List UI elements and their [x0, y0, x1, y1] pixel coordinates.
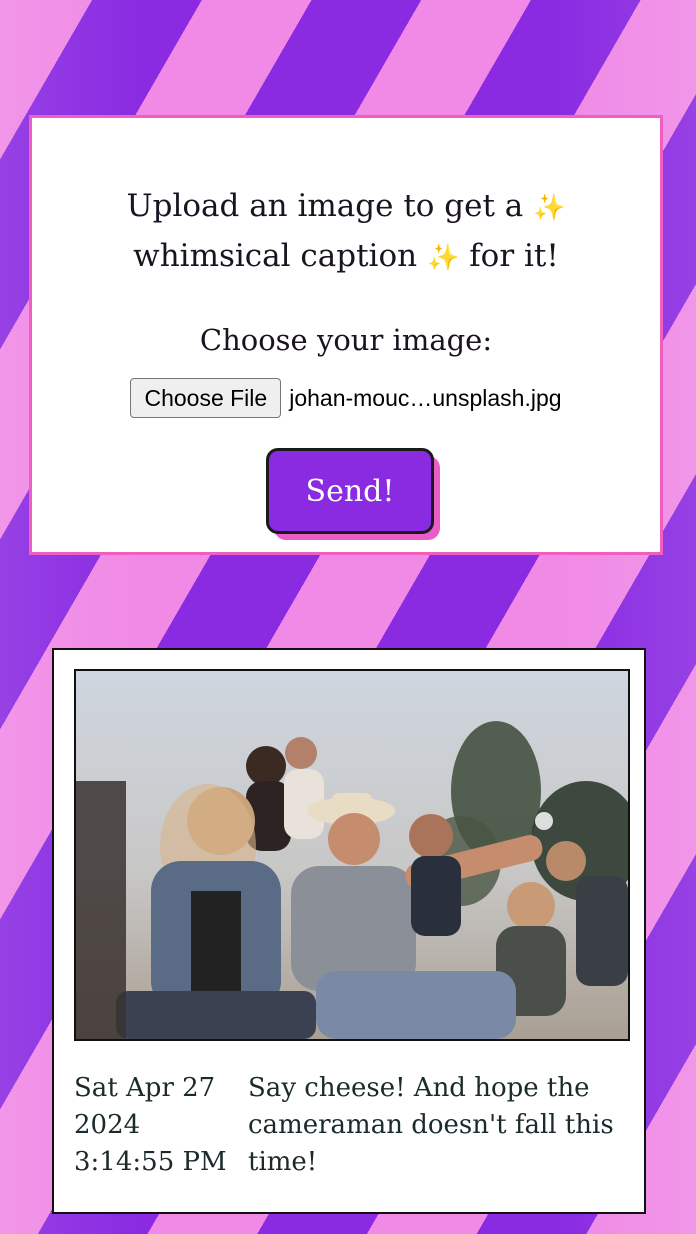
- caption-result-card: Sat Apr 27 2024 3:14:55 PM Say cheese! A…: [52, 648, 646, 1214]
- caption-timestamp: Sat Apr 27 2024 3:14:55 PM: [74, 1073, 227, 1177]
- photo-illustration: [76, 671, 628, 1039]
- choose-file-button[interactable]: Choose File: [130, 378, 282, 418]
- sparkle-icon: ✨: [426, 243, 460, 273]
- file-input[interactable]: Choose File johan-mouc…unsplash.jpg: [32, 377, 660, 419]
- send-button[interactable]: Send!: [266, 448, 434, 534]
- choose-image-label: Choose your image:: [199, 323, 493, 357]
- upload-title-line1: Upload an image to get a: [126, 188, 524, 224]
- sparkle-icon: ✨: [533, 193, 566, 223]
- upload-title: Upload an image to get a ✨ whimsical cap…: [72, 182, 620, 282]
- caption-text: Say cheese! And hope the cameraman doesn…: [248, 1073, 614, 1177]
- upload-title-line2b: for it!: [469, 238, 559, 274]
- caption-row: Sat Apr 27 2024 3:14:55 PM Say cheese! A…: [74, 1070, 624, 1181]
- uploaded-photo: [74, 669, 630, 1041]
- send-button-wrap: Send!: [266, 448, 440, 540]
- upload-title-line2a: whimsical caption: [133, 238, 418, 274]
- selected-file-name: johan-mouc…unsplash.jpg: [289, 384, 562, 411]
- upload-card: Upload an image to get a ✨ whimsical cap…: [29, 115, 663, 555]
